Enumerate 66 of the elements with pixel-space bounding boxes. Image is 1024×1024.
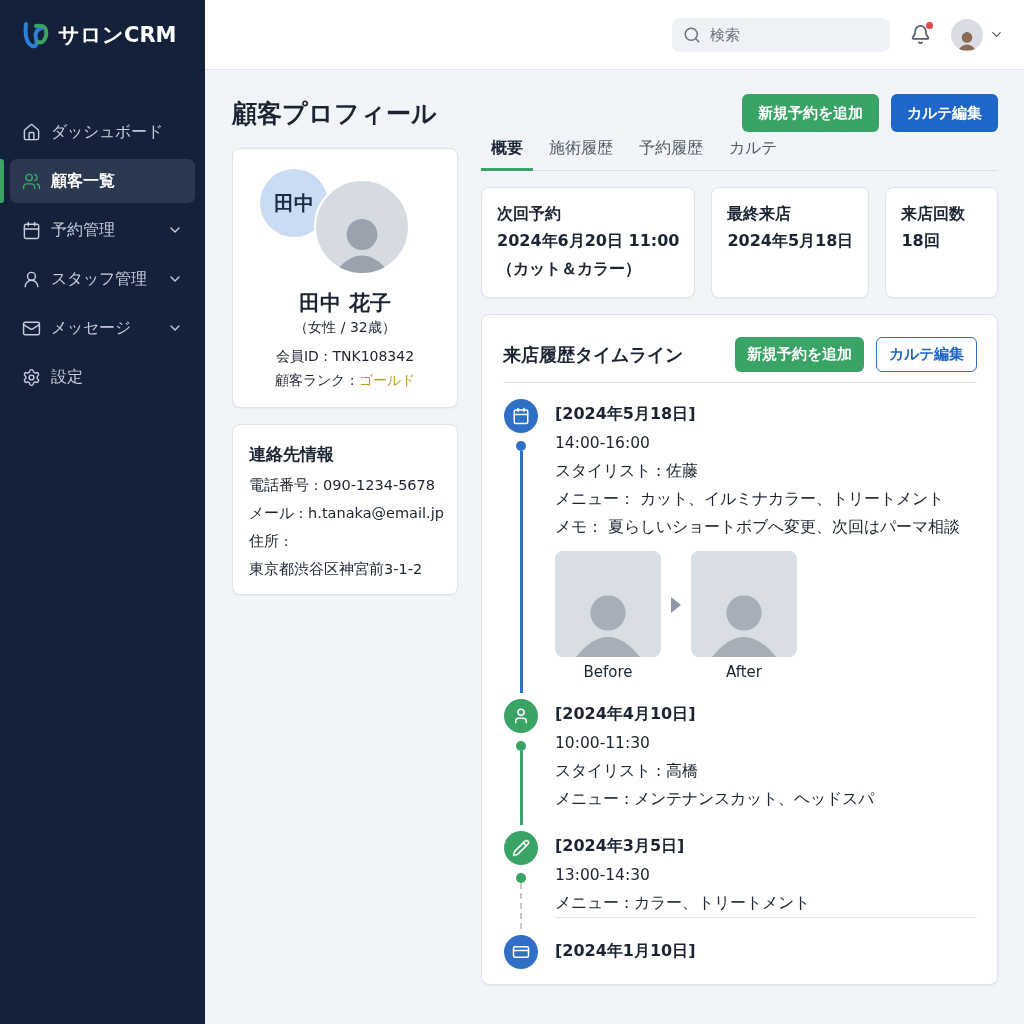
contact-detail: メール : h.tanaka@email.jp — [249, 504, 441, 523]
visit-detail: 14:00-16:00 — [555, 433, 651, 454]
contact-detail: 住所 : — [249, 532, 290, 551]
member-id: 会員ID : TNK108342 — [275, 347, 415, 366]
stat-label: 最終来店 — [727, 204, 793, 225]
pencil-icon — [512, 839, 530, 857]
sidebar-item[interactable]: スタッフ管理 — [10, 257, 195, 301]
visit-date: [2024年4月10日] — [555, 703, 697, 725]
arrow-icon — [671, 597, 681, 613]
sidebar-item[interactable]: 顧客一覧 — [10, 159, 195, 203]
visit-detail: メニュー : カラー、トリートメント — [555, 893, 812, 914]
contact-title: 連絡先情報 — [249, 443, 335, 466]
visit-detail: メニュー： カット、イルミナカラー、トリートメント — [555, 489, 945, 510]
calendar-icon — [22, 220, 41, 240]
edit-chart-button[interactable]: カルテ編集 — [891, 94, 998, 132]
search-icon — [683, 25, 701, 44]
brand-name: サロンCRM — [58, 22, 177, 49]
mail-icon — [22, 318, 41, 338]
notification-bell-icon[interactable] — [910, 24, 931, 45]
active-indicator — [0, 159, 4, 203]
card-icon — [512, 943, 530, 961]
stat-value: 18回 — [901, 230, 941, 252]
settings-icon — [22, 367, 41, 387]
visit-date: [2024年1月10日] — [555, 940, 697, 962]
stat-value: （カット＆カラー） — [497, 258, 642, 280]
visit-date: [2024年5月18日] — [555, 403, 697, 425]
logo-icon — [22, 20, 50, 50]
tab[interactable]: カルテ — [719, 132, 787, 171]
stat-label: 次回予約 — [497, 204, 562, 225]
person-icon — [22, 269, 41, 289]
rank-value: ゴールド — [358, 371, 415, 390]
users-icon — [22, 171, 41, 191]
photo-caption: After — [726, 663, 762, 681]
sidebar-item[interactable]: 設定 — [10, 355, 195, 399]
sidebar-item[interactable]: 予約管理 — [10, 208, 195, 252]
timeline-dot — [516, 873, 526, 883]
rank-label: 顧客ランク : — [275, 371, 355, 390]
contact-detail: 電話番号 : 090-1234-5678 — [249, 476, 437, 495]
stat-label: 来店回数 — [901, 204, 967, 225]
stat-value: 2024年6月20日 11:00 — [497, 230, 680, 252]
contact-detail: 東京都渋谷区神宮前3-1-2 — [249, 560, 424, 579]
photo-caption: Before — [583, 663, 633, 681]
user-avatar[interactable] — [951, 18, 983, 51]
visit-date: [2024年3月5日] — [555, 835, 686, 857]
visit-detail: メニュー : メンテナンスカット、ヘッドスパ — [555, 789, 876, 810]
edit-chart-button[interactable]: カルテ編集 — [876, 337, 977, 372]
visit-detail: スタイリスト : 佐藤 — [555, 461, 700, 482]
timeline-title: 来店履歴タイムライン — [503, 342, 683, 367]
calendar-icon — [512, 407, 530, 425]
visit-detail: 10:00-11:30 — [555, 733, 651, 754]
person-icon — [512, 707, 530, 725]
sidebar-item[interactable]: ダッシュボード — [10, 110, 195, 154]
stat-value: 2024年5月18日 — [727, 230, 854, 252]
tab[interactable]: 概要 — [481, 132, 533, 171]
tab[interactable]: 施術履歴 — [539, 132, 623, 171]
tab[interactable]: 予約履歴 — [629, 132, 713, 171]
page-title: 顧客プロフィール — [232, 97, 437, 130]
customer-name: 田中 花子 — [299, 290, 391, 317]
customer-gender-age: （女性 / 32歳） — [294, 319, 396, 337]
visit-detail: スタイリスト : 高橋 — [555, 761, 700, 782]
sidebar-item[interactable]: メッセージ — [10, 306, 195, 350]
home-icon — [22, 122, 41, 142]
visit-detail: メモ： 夏らしいショートボブへ変更、次回はパーマ相談 — [555, 517, 961, 538]
visit-detail: 13:00-14:30 — [555, 865, 651, 886]
search-field[interactable]: 検索 — [672, 17, 890, 52]
initials-avatar: 田中 — [260, 169, 328, 237]
